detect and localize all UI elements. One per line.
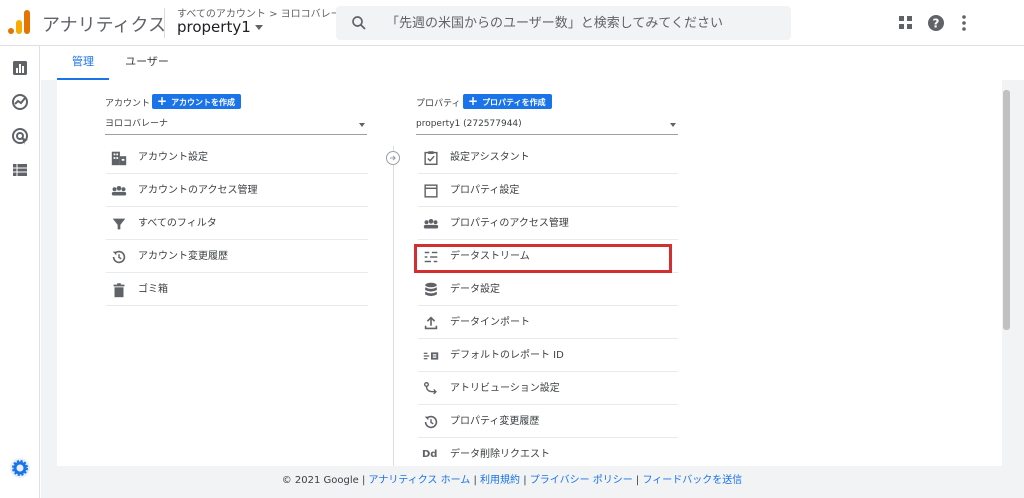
trash-item[interactable]: ゴミ箱 — [106, 273, 368, 306]
account-settings-item[interactable]: アカウント設定 — [106, 141, 368, 174]
search-bar[interactable] — [336, 6, 791, 40]
copyright: © 2021 Google — [281, 475, 359, 486]
item-label: ゴミ箱 — [138, 284, 168, 295]
property-name: property1 — [177, 18, 251, 36]
item-label: アカウント変更履歴 — [138, 251, 228, 262]
people-icon — [423, 218, 439, 229]
data-settings-item[interactable]: データ設定 — [418, 273, 678, 306]
footer-link-privacy[interactable]: プライバシー ポリシー — [530, 475, 633, 486]
tab-user[interactable]: ユーザー — [117, 46, 177, 80]
checkbox-icon — [424, 151, 438, 166]
app-title[interactable]: アナリティクス — [42, 11, 166, 37]
item-label: すべてのフィルタ — [138, 218, 217, 229]
item-label: アカウントのアクセス管理 — [138, 185, 258, 196]
account-column-label: アカウント — [105, 99, 151, 109]
account-history-item[interactable]: アカウント変更履歴 — [106, 240, 368, 273]
filter-icon — [112, 218, 126, 230]
trash-icon — [113, 283, 125, 298]
tab-bar: 管理 ユーザー — [41, 46, 1024, 80]
attribution-icon — [424, 382, 437, 395]
configure-list-icon[interactable] — [10, 160, 30, 180]
top-header: アナリティクス すべてのアカウント > ヨロコバレーナ property1 ? — [0, 0, 1024, 46]
item-label: データインポート — [450, 317, 530, 328]
data-deletion-item[interactable]: Dd データ削除リクエスト — [418, 438, 678, 471]
more-vert-icon[interactable] — [954, 13, 974, 33]
item-label: データ削除リクエスト — [450, 449, 550, 460]
plus-icon: + — [468, 94, 479, 108]
property-settings-item[interactable]: プロパティ設定 — [418, 174, 678, 207]
create-property-label: プロパティを作成 — [482, 98, 546, 107]
attribution-settings-item[interactable]: アトリビューション設定 — [418, 372, 678, 405]
default-report-id-item[interactable]: デフォルトのレポート ID — [418, 339, 678, 372]
explore-icon[interactable] — [10, 92, 30, 112]
scrollbar-thumb[interactable] — [1003, 90, 1010, 330]
left-nav-rail — [0, 46, 40, 498]
chevron-down-icon — [254, 25, 263, 30]
search-icon — [352, 16, 366, 30]
account-select-value: ヨロコバレーナ — [105, 119, 169, 129]
all-filters-item[interactable]: すべてのフィルタ — [106, 207, 368, 240]
apps-grid-icon[interactable] — [896, 13, 916, 33]
dd-icon: Dd — [422, 449, 438, 460]
report-id-icon — [423, 352, 439, 360]
header-divider — [164, 8, 165, 38]
history-icon — [112, 250, 126, 264]
people-icon — [111, 185, 127, 196]
analytics-logo-icon[interactable] — [8, 10, 30, 34]
property-select[interactable]: property1 (272577944) — [416, 115, 678, 135]
property-history-item[interactable]: プロパティ変更履歴 — [418, 405, 678, 438]
item-label: プロパティのアクセス管理 — [450, 218, 569, 229]
arrow-right-icon — [386, 151, 400, 165]
footer-link-feedback[interactable]: フィードバックを送信 — [642, 475, 742, 486]
footer: © 2021 Google | アナリティクス ホーム | 利用規約 | プライ… — [281, 475, 743, 486]
chevron-down-icon — [670, 123, 676, 127]
item-label: アカウント設定 — [138, 152, 208, 163]
svg-text:?: ? — [933, 17, 940, 31]
item-label: プロパティ設定 — [450, 185, 520, 196]
search-input[interactable] — [386, 6, 781, 40]
advertising-icon[interactable] — [10, 126, 30, 146]
tab-admin[interactable]: 管理 — [57, 46, 109, 80]
chevron-down-icon — [359, 123, 365, 127]
reports-icon[interactable] — [10, 58, 30, 78]
property-select-value: property1 (272577944) — [416, 119, 522, 129]
property-selector[interactable]: property1 — [177, 18, 263, 36]
column-divider — [393, 146, 394, 466]
item-label: アトリビューション設定 — [450, 383, 560, 394]
upload-icon — [424, 316, 438, 330]
create-account-label: アカウントを作成 — [171, 98, 236, 107]
data-import-item[interactable]: データインポート — [418, 306, 678, 339]
account-select[interactable]: ヨロコバレーナ — [105, 115, 367, 135]
setup-assistant-item[interactable]: 設定アシスタント — [418, 141, 678, 174]
help-icon[interactable]: ? — [926, 13, 946, 33]
highlight-box — [414, 244, 672, 273]
item-label: デフォルトのレポート ID — [450, 350, 564, 361]
footer-link-terms[interactable]: 利用規約 — [480, 475, 520, 486]
footer-link-analytics-home[interactable]: アナリティクス ホーム — [369, 475, 471, 486]
property-column-label: プロパティ — [416, 99, 461, 109]
create-account-button[interactable]: + アカウントを作成 — [152, 94, 242, 109]
plus-icon: + — [157, 94, 168, 108]
create-property-button[interactable]: + プロパティを作成 — [463, 94, 552, 109]
history-icon — [424, 415, 438, 429]
item-label: データ設定 — [450, 284, 500, 295]
building-icon — [111, 151, 127, 166]
item-label: プロパティ変更履歴 — [450, 416, 540, 427]
database-icon — [425, 282, 437, 297]
property-access-item[interactable]: プロパティのアクセス管理 — [418, 207, 678, 240]
window-icon — [424, 184, 438, 198]
account-access-item[interactable]: アカウントのアクセス管理 — [106, 174, 368, 207]
item-label: 設定アシスタント — [450, 152, 530, 163]
